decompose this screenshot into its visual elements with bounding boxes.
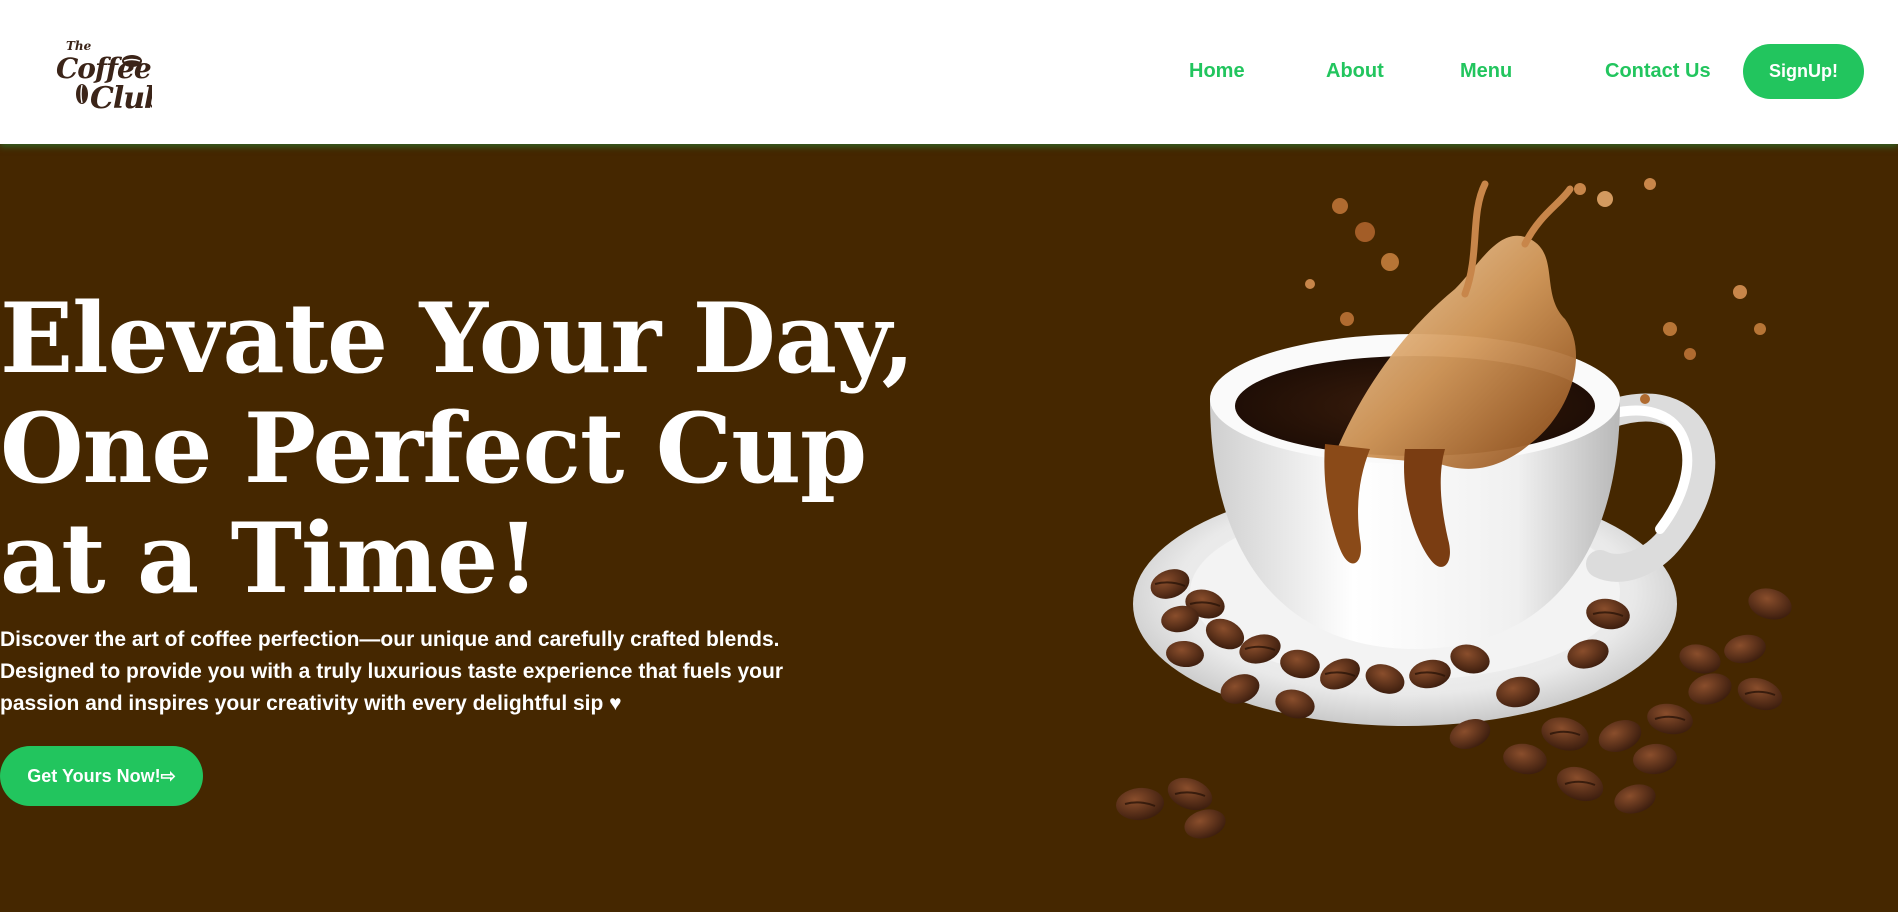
coffee-club-logo-icon: The Coffee Club: [56, 39, 152, 116]
hero-description-line: passion and inspires your creativity wit…: [0, 692, 622, 715]
hero-description: Discover the art of coffee perfection—ou…: [0, 624, 860, 720]
site-header: The Coffee Club Home About Menu Contact …: [0, 0, 1898, 144]
coffee-club-logo[interactable]: The Coffee Club: [52, 28, 152, 118]
nav-link-contact[interactable]: Contact Us: [1605, 60, 1711, 83]
hero-section: Elevate Your Day, One Perfect Cup at a T…: [0, 144, 1898, 912]
hero-headline-line: One Perfect Cup: [0, 392, 867, 505]
hero-headline: Elevate Your Day, One Perfect Cup at a T…: [0, 282, 915, 615]
hero-headline-line: at a Time!: [0, 502, 539, 615]
hero-headline-line: Elevate Your Day,: [0, 282, 915, 395]
nav-link-about[interactable]: About: [1326, 60, 1384, 83]
hero-description-line: Discover the art of coffee perfection—ou…: [0, 628, 780, 651]
coffee-cup-image: [1060, 144, 1820, 844]
hero-description-line: Designed to provide you with a truly lux…: [0, 660, 783, 683]
nav-link-home[interactable]: Home: [1189, 60, 1245, 83]
svg-text:Club: Club: [90, 81, 152, 116]
coffee-cup-splash-icon: [1116, 178, 1792, 839]
svg-text:The: The: [66, 39, 92, 53]
signup-button[interactable]: SignUp!: [1743, 44, 1864, 99]
get-yours-now-button[interactable]: Get Yours Now!⇨: [0, 746, 203, 806]
nav-link-menu[interactable]: Menu: [1460, 60, 1512, 83]
